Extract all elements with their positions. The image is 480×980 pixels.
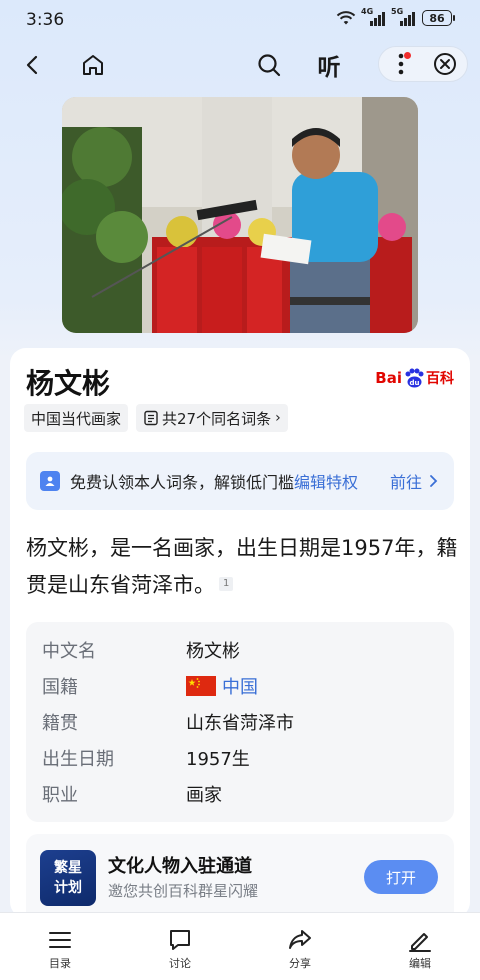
entry-tags: 中国当代画家 共27个同名词条 › (24, 404, 288, 432)
share-arrow-icon (289, 930, 311, 949)
citation-marker[interactable]: 1 (219, 577, 234, 591)
back-button[interactable] (16, 48, 50, 82)
summary-text: 杨文彬，是一名画家，出生日期是1957年，籍贯是山东省菏泽市。 (26, 536, 458, 597)
edit-button[interactable]: 编辑 (360, 913, 480, 980)
top-nav: 听 (0, 42, 480, 88)
share-label: 分享 (289, 957, 311, 970)
status-icons: 4G 5G 86 (336, 7, 455, 26)
home-icon (83, 55, 103, 75)
claim-banner[interactable]: 免费认领本人词条，解锁低门槛 编辑特权 前往 (26, 452, 454, 510)
promo-subtitle: 邀您共创百科群星闪耀 (108, 882, 259, 900)
wifi-icon (336, 11, 356, 25)
status-bar: 3:36 4G 5G 86 (0, 0, 480, 40)
info-box: 中文名 杨文彬 国籍 中国 籍贯 山东省菏泽市 出生日期 1957生 职业 画家 (26, 622, 454, 822)
logo-line2: 计划 (54, 880, 82, 896)
info-value: 画家 (186, 785, 222, 806)
info-row-origin: 籍贯 山东省菏泽市 (42, 704, 294, 740)
edit-label: 编辑 (409, 957, 431, 970)
status-time: 3:36 (26, 10, 65, 30)
signal-4g-label: 4G (361, 7, 374, 16)
category-tag[interactable]: 中国当代画家 (24, 404, 129, 432)
entry-photo[interactable] (62, 97, 418, 333)
home-button[interactable] (76, 48, 110, 82)
person-badge-icon (40, 471, 60, 491)
homonym-tag[interactable]: 共27个同名词条 › (136, 404, 288, 432)
claim-text: 免费认领本人词条，解锁低门槛 (70, 473, 295, 492)
discuss-button[interactable]: 讨论 (120, 913, 240, 980)
back-arrow-icon (26, 55, 38, 75)
entry-title: 杨文彬 (26, 367, 111, 400)
list-menu-icon (49, 932, 71, 948)
pencil-icon (409, 933, 431, 952)
info-row-nationality: 国籍 中国 (42, 668, 258, 704)
info-key: 中文名 (42, 641, 96, 662)
close-circle-icon (434, 53, 456, 75)
chevron-right-icon (430, 475, 438, 487)
menu-capsule (378, 46, 468, 82)
baidu-baike-logo: Bai du 百科 (375, 368, 454, 388)
claim-go-button[interactable]: 前往 (390, 469, 440, 493)
promo-title: 文化人物入驻通道 (108, 856, 252, 877)
open-button[interactable]: 打开 (364, 860, 438, 894)
info-row-name: 中文名 杨文彬 (42, 632, 240, 668)
bottom-toolbar: 目录 讨论 分享 编辑 (0, 912, 480, 980)
person-photo-illustration (62, 97, 418, 333)
toc-label: 目录 (49, 957, 71, 970)
search-button[interactable] (252, 48, 286, 82)
claim-go-label: 前往 (389, 473, 422, 492)
homonym-label: 共27个同名词条 (162, 409, 272, 428)
notification-dot (404, 52, 411, 59)
info-key: 出生日期 (42, 749, 114, 770)
china-flag-icon (186, 676, 216, 696)
info-value: 1957生 (186, 749, 250, 770)
battery-icon: 86 (422, 10, 455, 26)
search-icon (258, 54, 281, 77)
edit-privilege-link[interactable]: 编辑特权 (294, 469, 358, 493)
document-list-icon (144, 410, 158, 426)
logo-bai-text: Bai (375, 369, 402, 387)
info-row-birthdate: 出生日期 1957生 (42, 740, 250, 776)
promo-banner[interactable]: 繁星 计划 文化人物入驻通道 邀您共创百科群星闪耀 打开 (26, 834, 454, 918)
nationality-value: 中国 (222, 677, 258, 698)
logo-baike-text: 百科 (426, 371, 454, 387)
logo-du-text: du (410, 379, 420, 387)
info-value: 杨文彬 (186, 641, 240, 662)
entry-summary: 杨文彬，是一名画家，出生日期是1957年，籍贯是山东省菏泽市。 1 (26, 530, 458, 604)
logo-line1: 繁星 (54, 860, 82, 876)
chevron-right-icon: › (275, 410, 281, 426)
nationality-link[interactable]: 中国 (186, 673, 258, 699)
discuss-label: 讨论 (169, 957, 191, 970)
more-button[interactable] (379, 46, 423, 82)
info-value: 山东省菏泽市 (186, 713, 294, 734)
paw-icon: du (405, 368, 424, 388)
battery-level: 86 (429, 11, 445, 25)
entry-card: 杨文彬 Bai du 百科 中国当代画家 共27个同名词条 › 免费认领本人词条… (10, 348, 470, 918)
listen-button[interactable]: 听 (312, 48, 346, 82)
info-row-occupation: 职业 画家 (42, 776, 222, 812)
share-button[interactable]: 分享 (240, 913, 360, 980)
fanxing-plan-logo: 繁星 计划 (40, 850, 96, 906)
signal-4g-icon: 4G (361, 7, 386, 26)
info-key: 国籍 (42, 677, 78, 698)
info-key: 籍贯 (42, 713, 78, 734)
info-key: 职业 (42, 785, 78, 806)
chat-bubble-icon (170, 930, 190, 950)
signal-5g-icon: 5G (391, 7, 416, 26)
toc-button[interactable]: 目录 (0, 913, 120, 980)
signal-5g-label: 5G (391, 7, 404, 16)
close-button[interactable] (423, 46, 467, 82)
